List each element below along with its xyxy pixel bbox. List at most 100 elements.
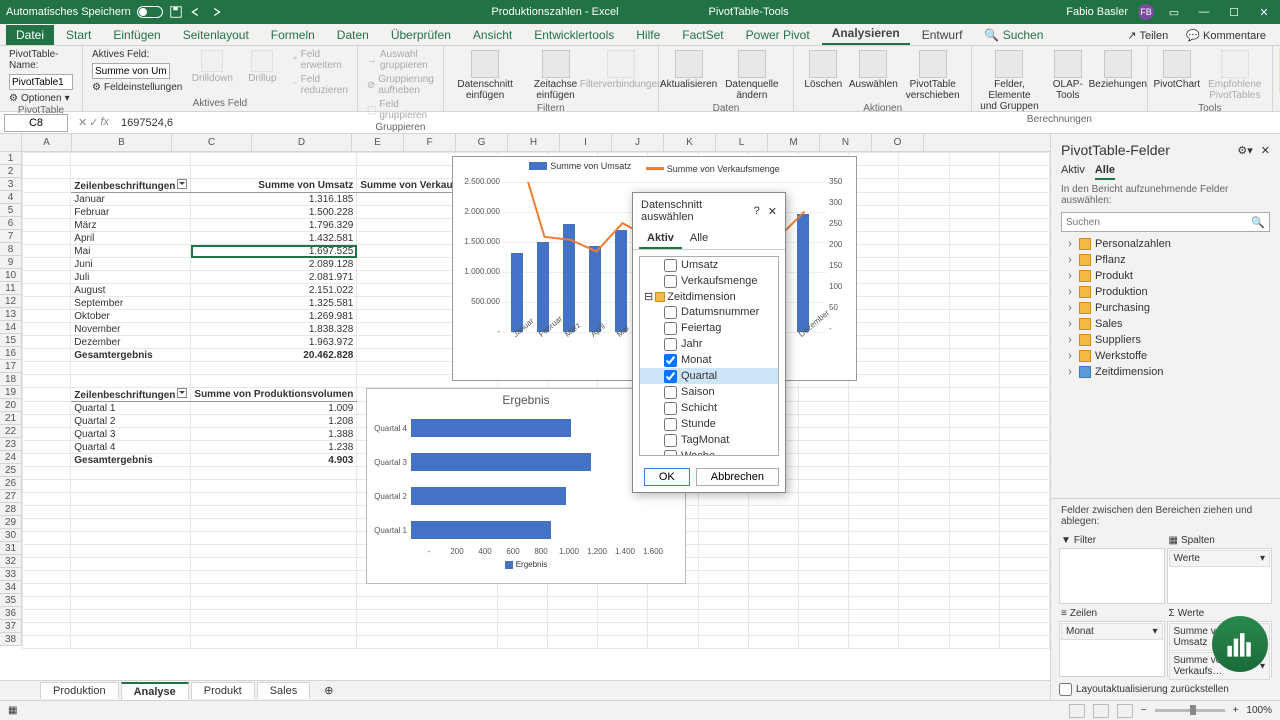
maximize-icon[interactable]: ☐ <box>1224 2 1244 22</box>
tab-analysieren[interactable]: Analysieren <box>822 23 910 45</box>
row-header[interactable]: 21 <box>0 412 22 425</box>
field-item[interactable]: › Zeitdimension <box>1061 364 1276 380</box>
undo-icon[interactable] <box>189 5 203 19</box>
af-settings-button[interactable]: ⚙ Feldeinstellungen <box>89 81 185 94</box>
sheet-tab-produktion[interactable]: Produktion <box>40 682 119 699</box>
olap-button[interactable]: OLAP-Tools <box>1045 48 1091 103</box>
row-header[interactable]: 13 <box>0 308 22 321</box>
field-item[interactable]: › Sales <box>1061 316 1276 332</box>
btn-kommentare[interactable]: 💬 Kommentare <box>1178 26 1274 45</box>
field-item[interactable]: › Suppliers <box>1061 332 1276 348</box>
row-header[interactable]: 2 <box>0 165 22 178</box>
ribbon-options-icon[interactable]: ▭ <box>1164 2 1184 22</box>
row-header[interactable]: 20 <box>0 399 22 412</box>
row-header[interactable]: 29 <box>0 516 22 529</box>
add-sheet-button[interactable]: ⊕ <box>312 682 345 699</box>
tab-datei[interactable]: Datei <box>6 25 54 45</box>
row-header[interactable]: 18 <box>0 373 22 386</box>
field-item[interactable]: › Produktion <box>1061 284 1276 300</box>
col-header[interactable]: D <box>252 134 352 152</box>
col-header[interactable]: C <box>172 134 252 152</box>
zone-spalten[interactable]: Werte▾ <box>1167 548 1273 604</box>
field-item[interactable]: › Pflanz <box>1061 252 1276 268</box>
col-header[interactable]: K <box>664 134 716 152</box>
field-item[interactable]: › Purchasing <box>1061 300 1276 316</box>
close-icon[interactable]: ✕ <box>1254 2 1274 22</box>
dialog-field-item[interactable]: Datumsnummer <box>640 304 778 320</box>
dialog-tab-alle[interactable]: Alle <box>682 229 716 249</box>
dialog-cancel-button[interactable]: Abbrechen <box>696 468 779 486</box>
dialog-group[interactable]: ⊟ Zeitdimension <box>640 289 778 304</box>
formula-value[interactable]: 1697524,6 <box>115 117 179 129</box>
fp-tab-alle[interactable]: Alle <box>1095 162 1115 180</box>
col-header[interactable]: G <box>456 134 508 152</box>
row-header[interactable]: 33 <box>0 568 22 581</box>
refresh-button[interactable]: Aktualisieren <box>665 48 713 92</box>
redo-icon[interactable] <box>209 5 223 19</box>
row-header[interactable]: 6 <box>0 217 22 230</box>
btn-teilen[interactable]: ↗ Teilen <box>1119 26 1176 45</box>
row-header[interactable]: 36 <box>0 607 22 620</box>
dialog-field-item[interactable]: Schicht <box>640 400 778 416</box>
dialog-ok-button[interactable]: OK <box>644 468 690 486</box>
formula-cancel-icon[interactable]: ✕ <box>78 116 87 129</box>
row-header[interactable]: 17 <box>0 360 22 373</box>
row-header[interactable]: 19 <box>0 386 22 399</box>
row-header[interactable]: 7 <box>0 230 22 243</box>
select-button[interactable]: Auswählen <box>850 48 896 92</box>
row-header[interactable]: 38 <box>0 633 22 646</box>
col-header[interactable]: J <box>612 134 664 152</box>
view-normal-button[interactable] <box>1069 704 1085 718</box>
row-header[interactable]: 10 <box>0 269 22 282</box>
field-item[interactable]: › Werkstoffe <box>1061 348 1276 364</box>
col-header[interactable]: M <box>768 134 820 152</box>
zone-filter[interactable] <box>1059 548 1165 604</box>
field-pane-close-icon[interactable]: ✕ <box>1261 144 1270 157</box>
dialog-field-item[interactable]: Woche <box>640 448 778 456</box>
zone-spalten-item[interactable]: Werte▾ <box>1169 550 1271 567</box>
zoom-slider[interactable] <box>1155 709 1225 712</box>
row-header[interactable]: 27 <box>0 490 22 503</box>
dialog-field-item[interactable]: Monat <box>640 352 778 368</box>
tab-powerpivot[interactable]: Power Pivot <box>736 25 820 45</box>
row-header[interactable]: 11 <box>0 282 22 295</box>
col-header[interactable]: E <box>352 134 404 152</box>
row-header[interactable]: 31 <box>0 542 22 555</box>
col-header[interactable]: A <box>22 134 72 152</box>
row-header[interactable]: 37 <box>0 620 22 633</box>
tab-start[interactable]: Start <box>56 25 101 45</box>
datasource-button[interactable]: Datenquelle ändern <box>716 48 787 103</box>
row-header[interactable]: 12 <box>0 295 22 308</box>
col-header[interactable]: F <box>404 134 456 152</box>
sheet-tab-sales[interactable]: Sales <box>257 682 311 699</box>
zoom-in-button[interactable]: + <box>1233 705 1239 716</box>
pt-name-input[interactable] <box>9 74 73 90</box>
row-header[interactable]: 35 <box>0 594 22 607</box>
field-item[interactable]: › Personalzahlen <box>1061 236 1276 252</box>
row-header[interactable]: 4 <box>0 191 22 204</box>
row-header[interactable]: 8 <box>0 243 22 256</box>
dialog-help-icon[interactable]: ? <box>754 205 760 217</box>
col-header[interactable]: O <box>872 134 924 152</box>
dialog-field-item[interactable]: Jahr <box>640 336 778 352</box>
autosave-toggle[interactable] <box>137 6 163 18</box>
row-header[interactable]: 30 <box>0 529 22 542</box>
tab-factset[interactable]: FactSet <box>672 25 733 45</box>
dialog-field-item[interactable]: Verkaufsmenge <box>640 273 778 289</box>
fp-tab-aktiv[interactable]: Aktiv <box>1061 162 1085 180</box>
row-header[interactable]: 23 <box>0 438 22 451</box>
dialog-field-item[interactable]: Quartal <box>640 368 778 384</box>
zone-zeilen[interactable]: Monat▾ <box>1059 621 1165 677</box>
slicer-button[interactable]: Datenschnitt einfügen <box>450 48 521 103</box>
row-header[interactable]: 34 <box>0 581 22 594</box>
row-header[interactable]: 25 <box>0 464 22 477</box>
defer-layout-checkbox[interactable] <box>1059 683 1072 696</box>
sheet-tab-analyse[interactable]: Analyse <box>121 682 189 700</box>
minimize-icon[interactable]: — <box>1194 2 1214 22</box>
af-name-input[interactable] <box>92 63 170 79</box>
view-pagelayout-button[interactable] <box>1093 704 1109 718</box>
col-header[interactable]: N <box>820 134 872 152</box>
move-button[interactable]: PivotTable verschieben <box>900 48 965 103</box>
tab-daten[interactable]: Daten <box>327 25 379 45</box>
dialog-field-item[interactable]: Feiertag <box>640 320 778 336</box>
